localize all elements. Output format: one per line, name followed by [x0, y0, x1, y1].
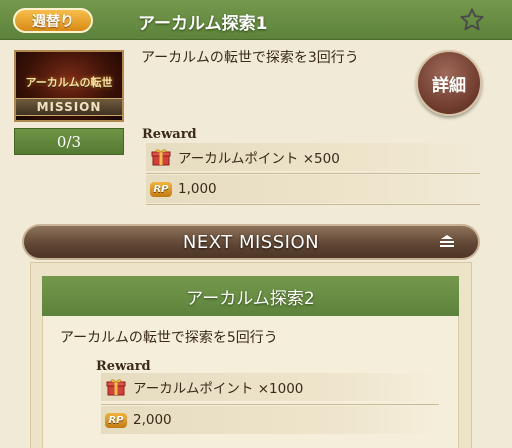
next-mission-description: アーカルムの転世で探索を5回行う: [60, 330, 278, 346]
reward-label: Reward: [142, 127, 197, 142]
reward-text: アーカルムポイント ×1000: [133, 381, 304, 397]
menu-icon[interactable]: [438, 234, 456, 250]
rp-icon-label: RP: [150, 181, 172, 197]
thumbnail-mission-band: MISSION: [16, 98, 122, 116]
mission-title: アーカルム探索1: [138, 14, 268, 34]
mission-header: 週替り アーカルム探索1: [0, 0, 512, 40]
reward-text: 1,000: [178, 181, 217, 197]
reward-label: Reward: [96, 359, 151, 374]
detail-button[interactable]: 詳細: [416, 50, 482, 116]
gift-icon: [105, 377, 127, 397]
divider: [146, 204, 480, 205]
reward-row: RP 2,000: [101, 406, 441, 434]
reward-row: RP 1,000: [146, 175, 482, 203]
weekly-badge: 週替り: [13, 8, 93, 33]
reward-text: 2,000: [133, 412, 172, 428]
reward-text: アーカルムポイント ×500: [178, 151, 340, 167]
next-mission-bar[interactable]: NEXT MISSION: [22, 224, 480, 260]
rp-icon: RP: [105, 410, 127, 430]
star-icon[interactable]: [456, 4, 488, 36]
rp-icon: RP: [150, 179, 172, 199]
mission-thumbnail: アーカルムの転世 MISSION: [14, 50, 124, 122]
reward-row: アーカルムポイント ×500: [146, 143, 482, 171]
gift-icon: [150, 147, 172, 167]
next-mission-title: アーカルム探索2: [42, 276, 459, 316]
thumbnail-title: アーカルムの転世: [25, 76, 113, 89]
mission-description: アーカルムの転世で探索を3回行う: [141, 50, 359, 66]
rp-icon-label: RP: [105, 412, 127, 428]
divider: [146, 173, 480, 174]
mission-progress: 0/3: [14, 128, 124, 155]
next-mission-label: NEXT MISSION: [182, 231, 320, 253]
reward-row: アーカルムポイント ×1000: [101, 373, 441, 401]
divider: [101, 404, 439, 405]
